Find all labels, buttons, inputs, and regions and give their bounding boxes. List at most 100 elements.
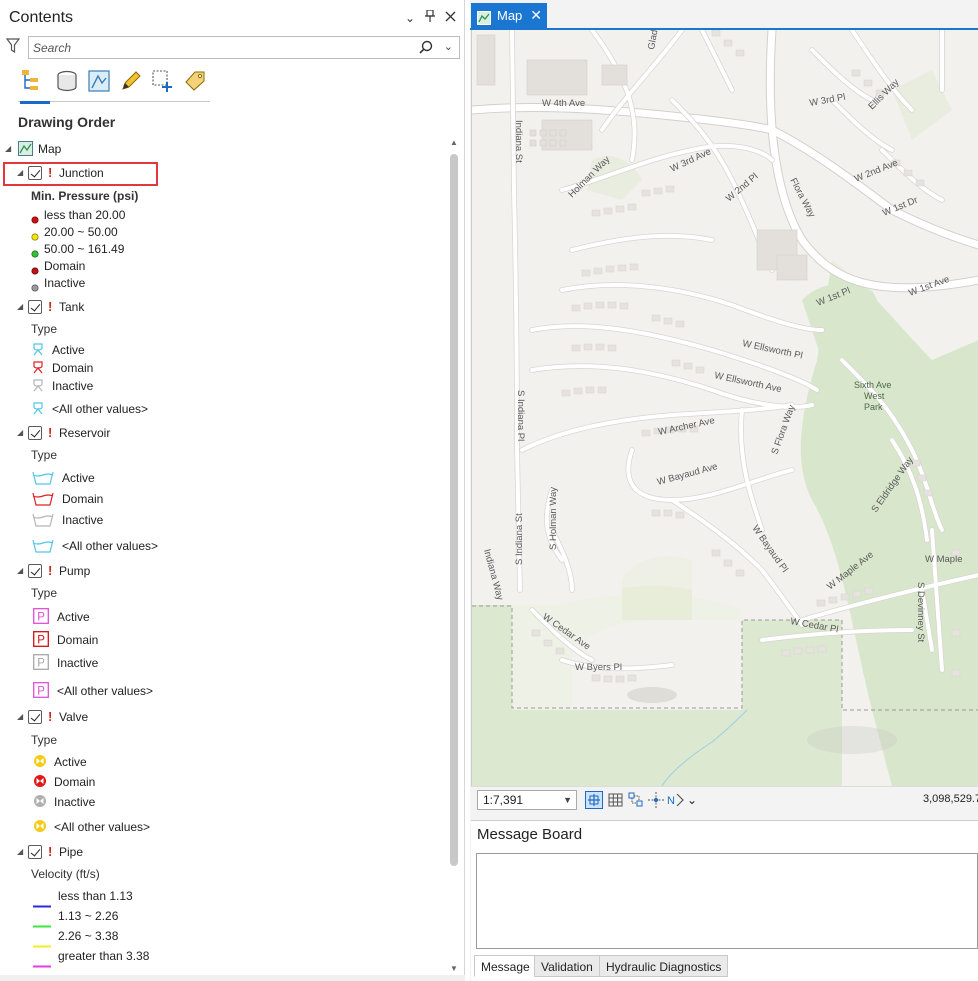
scrollbar-thumb[interactable] <box>450 154 458 866</box>
street-label: W 4th Ave <box>542 98 585 109</box>
legend-label: Active <box>54 755 87 769</box>
legend-label: Inactive <box>57 656 99 670</box>
legend-label: less than 20.00 <box>44 208 126 222</box>
list-by-labeling-icon[interactable] <box>182 68 208 94</box>
constraints-icon[interactable] <box>647 791 665 809</box>
fixed-zoom-icon[interactable] <box>585 791 603 809</box>
reservoir-inactive-icon <box>32 513 54 532</box>
layer-visibility-checkbox[interactable] <box>28 845 42 859</box>
map-tab[interactable]: Map ✕ <box>471 3 547 28</box>
list-by-selection-icon[interactable] <box>86 68 112 94</box>
message-area[interactable] <box>476 853 978 949</box>
symbology-field: Min. Pressure (psi) <box>31 189 139 203</box>
horizontal-scrollbar[interactable] <box>0 975 465 981</box>
symbology-field: Type <box>31 733 58 747</box>
dropdown-arrow-icon[interactable]: ▼ <box>563 791 572 809</box>
layer-visibility-checkbox[interactable] <box>28 564 42 578</box>
legend-label: Inactive <box>52 379 94 393</box>
reservoir-other-icon <box>32 539 54 558</box>
svg-text:P: P <box>37 611 45 623</box>
tab-hydraulic-diagnostics[interactable]: Hydraulic Diagnostics <box>599 955 729 977</box>
legend-label: greater than 3.38 <box>58 949 150 963</box>
valve-inactive-icon <box>33 794 47 813</box>
layer-visibility-checkbox[interactable] <box>28 300 42 314</box>
collapse-triangle-icon[interactable]: ◢ <box>5 140 11 158</box>
park-label: Sixth Ave <box>854 380 891 390</box>
legend-label: Inactive <box>44 276 86 290</box>
map-icon <box>18 141 33 161</box>
street-label: W Ellsworth Pl <box>741 338 803 361</box>
list-by-drawing-order-icon[interactable] <box>20 68 50 104</box>
contents-toolbar <box>18 66 210 104</box>
tank-domain-icon <box>32 361 44 379</box>
scroll-up-arrow-icon[interactable]: ▲ <box>450 138 458 147</box>
layer-visibility-checkbox[interactable] <box>28 426 42 440</box>
search-dropdown-chevron-icon[interactable]: ⌄ <box>444 40 453 53</box>
legend-label: Active <box>52 343 85 357</box>
map-canvas[interactable]: W 4th Ave W 3rd Pl Ellis Way Indiana St … <box>471 30 978 786</box>
pump-active-icon: P <box>33 608 49 629</box>
symbology-field: Type <box>31 586 58 600</box>
filter-icon[interactable] <box>5 38 21 59</box>
chevron-down-icon[interactable]: ⌄ <box>687 791 705 809</box>
search-icon[interactable] <box>419 40 433 59</box>
pump-other-icon: P <box>33 682 49 703</box>
svg-text:N: N <box>667 795 675 807</box>
layer-name: Tank <box>59 300 85 314</box>
street-label: S Indiana Pl <box>515 390 526 441</box>
valve-active-icon <box>33 754 47 773</box>
layer-name: Reservoir <box>59 426 111 440</box>
contents-pane: Contents ⌄ ⌄ <box>0 0 465 981</box>
list-by-snapping-icon[interactable] <box>150 68 176 94</box>
pane-controls: ⌄ <box>405 9 456 25</box>
collapse-triangle-icon[interactable]: ◢ <box>17 164 23 182</box>
pipe-green-line-icon <box>33 915 51 933</box>
layer-name: Pipe <box>59 845 84 859</box>
scale-selector[interactable]: 1:7,391 ▼ <box>477 790 577 810</box>
pane-menu-chevron-icon[interactable]: ⌄ <box>405 11 415 25</box>
junction-domain-point-icon <box>31 262 39 280</box>
collapse-triangle-icon[interactable]: ◢ <box>17 708 23 726</box>
legend-label: Active <box>57 610 90 624</box>
collapse-triangle-icon[interactable]: ◢ <box>17 562 23 580</box>
legend-label: Domain <box>44 259 86 273</box>
svg-text:P: P <box>37 657 45 669</box>
contents-scrollbar[interactable]: ▲ ▼ <box>449 138 461 978</box>
legend-label: 1.13 ~ 2.26 <box>58 909 119 923</box>
layer-visibility-checkbox[interactable] <box>28 710 42 724</box>
tank-other-icon <box>32 402 44 420</box>
street-label: W Maple <box>925 554 962 565</box>
legend-label: Inactive <box>54 795 96 809</box>
pin-icon[interactable] <box>425 9 435 25</box>
search-input[interactable] <box>29 37 409 58</box>
warning-exclamation-icon: ! <box>48 165 53 180</box>
layer-visibility-checkbox[interactable] <box>28 166 42 180</box>
warning-exclamation-icon: ! <box>48 844 53 859</box>
layer-name: Pump <box>59 564 91 578</box>
close-icon[interactable]: ✕ <box>530 3 542 28</box>
reservoir-domain-icon <box>32 492 54 511</box>
collapse-triangle-icon[interactable]: ◢ <box>17 298 23 316</box>
map-view: Map ✕ W 4th Ave W 3rd Pl Ellis Way India… <box>470 0 978 981</box>
tab-validation[interactable]: Validation <box>534 955 600 977</box>
list-by-editing-icon[interactable] <box>118 68 144 94</box>
tab-message[interactable]: Message <box>474 955 537 977</box>
grid-icon[interactable] <box>607 791 625 809</box>
close-icon[interactable] <box>445 11 456 25</box>
street-label: S Flora Way <box>769 403 797 456</box>
legend-label: Domain <box>52 361 94 375</box>
scroll-down-arrow-icon[interactable]: ▼ <box>450 964 458 973</box>
layer-name: Valve <box>59 710 89 724</box>
legend-label: <All other values> <box>57 684 154 698</box>
legend-label: <All other values> <box>54 820 151 834</box>
collapse-triangle-icon[interactable]: ◢ <box>17 843 23 861</box>
basemap: W 4th Ave W 3rd Pl Ellis Way Indiana St … <box>472 30 978 786</box>
legend-label: Domain <box>57 633 99 647</box>
drawing-order-heading: Drawing Order <box>18 114 116 130</box>
list-by-data-source-icon[interactable] <box>54 68 80 94</box>
junction-inactive-point-icon <box>31 279 39 297</box>
collapse-triangle-icon[interactable]: ◢ <box>17 424 23 442</box>
north-arrow-icon[interactable]: N <box>667 791 685 809</box>
legend-label: Domain <box>62 492 104 506</box>
snapping-icon[interactable] <box>627 791 645 809</box>
